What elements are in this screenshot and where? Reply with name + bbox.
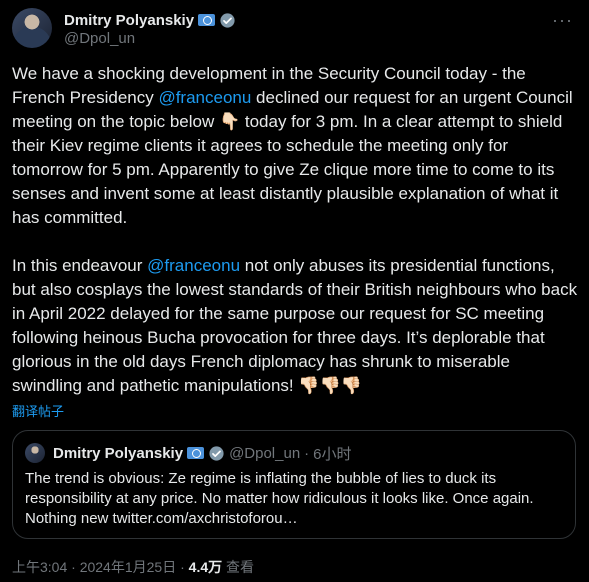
views-label: 查看 — [226, 559, 255, 575]
views-count: 4.4万 — [188, 559, 223, 575]
author-handle[interactable]: @Dpol_un — [64, 30, 135, 47]
verified-badge-icon — [220, 12, 235, 28]
tweet-body: We have a shocking development in the Se… — [12, 62, 580, 398]
quote-author-name: Dmitry Polyanskiy — [53, 444, 184, 462]
quoted-tweet-card[interactable]: Dmitry Polyanskiy @Dpol_un · 6小时 The tre… — [12, 430, 576, 539]
tweet-text: not only abuses its presidential functio… — [12, 256, 582, 395]
tweet-text: declined our request for an urgent Counc… — [12, 88, 578, 227]
author-avatar[interactable] — [12, 8, 52, 48]
mention-link[interactable]: @franceonu — [147, 256, 240, 275]
quote-author-handle: @Dpol_un — [229, 444, 301, 462]
author-name[interactable]: Dmitry Polyanskiy — [64, 12, 194, 29]
quote-avatar — [25, 443, 45, 463]
tweet-header: Dmitry Polyanskiy @Dpol_un ··· — [12, 8, 577, 48]
tweet-text: In this endeavour — [12, 256, 148, 275]
quote-text: The trend is obvious: Ze regime is infla… — [25, 470, 534, 527]
quote-header: Dmitry Polyanskiy @Dpol_un · 6小时 — [25, 443, 352, 463]
un-flag-icon — [198, 14, 216, 26]
post-date[interactable]: 2024年1月25日 — [80, 559, 177, 575]
meta-separator: · — [180, 559, 185, 575]
mention-link[interactable]: @franceonu — [158, 88, 251, 107]
author-name-row: Dmitry Polyanskiy — [64, 10, 236, 30]
translate-post-link[interactable]: 翻译帖子 — [12, 401, 64, 420]
post-time[interactable]: 上午3:04 — [12, 559, 67, 575]
meta-separator: · — [71, 559, 76, 575]
more-options-icon[interactable]: ··· — [552, 10, 573, 31]
tweet-meta: 上午3:04 · 2024年1月25日 · 4.4万 查看 — [12, 557, 254, 577]
verified-badge-icon — [209, 445, 224, 461]
quote-timestamp: 6小时 — [313, 445, 352, 463]
un-flag-icon — [187, 447, 205, 459]
quote-separator: · — [304, 444, 310, 462]
